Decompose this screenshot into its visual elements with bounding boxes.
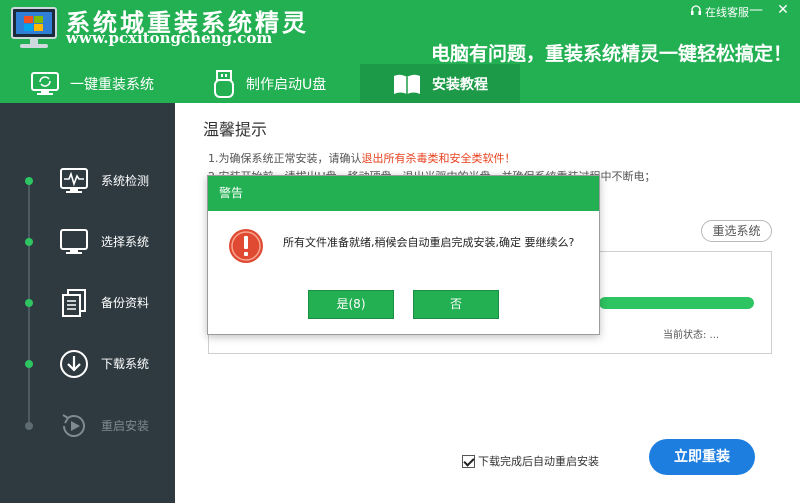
step-status-dot [25,360,33,368]
tip-text: 1.为确保系统正常安装，请确认 [208,152,362,165]
dialog-no-button[interactable]: 否 [413,290,499,319]
step-label: 系统检测 [101,174,150,188]
slogan: 电脑有问题，重装系统精灵一键轻松搞定！ [430,43,792,65]
online-support-link[interactable]: 在线客服 [690,4,749,20]
support-label: 在线客服 [705,6,749,19]
dialog-message: 所有文件准备就绪,稍候会自动重启完成安装,确定 要继续么? [283,236,575,249]
step-label: 重启安装 [101,419,150,433]
download-icon [58,348,90,380]
close-button[interactable]: ✕ [775,2,791,18]
monitor-icon [58,226,90,258]
tab-make-usb[interactable]: 制作启动U盘 [212,64,326,103]
step-label: 下载系统 [101,357,150,371]
tab-label: 制作启动U盘 [246,76,327,93]
step-status-dot [25,177,33,185]
usb-drive-icon [212,69,236,99]
dialog-yes-button[interactable]: 是(8) [308,290,394,319]
error-icon [228,228,264,264]
step-restart-install[interactable]: 重启安装 [0,406,175,446]
tab-label: 一键重装系统 [70,76,154,93]
current-status-label: 当前状态: ... [663,330,720,341]
pulse-monitor-icon [58,165,90,197]
book-icon [392,72,422,96]
progress-fill [599,297,754,309]
restart-icon [58,410,90,442]
step-select-system[interactable]: 选择系统 [0,222,175,262]
step-download-system[interactable]: 下载系统 [0,344,175,384]
minimize-button[interactable]: — [748,2,764,18]
step-status-dot [25,422,33,430]
logo-monitor-icon [10,6,58,50]
dialog-title: 警告 [208,176,599,211]
auto-restart-label: 下载完成后自动重启安装 [478,455,599,468]
download-progress-bar [599,297,754,309]
step-system-check[interactable]: 系统检测 [0,161,175,201]
auto-restart-checkbox[interactable] [462,454,475,468]
auto-restart-option[interactable]: 下载完成后自动重启安装 [462,453,599,469]
headset-icon [690,4,702,20]
step-status-dot [25,299,33,307]
monitor-refresh-icon [30,71,60,97]
tab-install-guide[interactable]: 安装教程 [360,64,520,103]
steps-sidebar: 系统检测 选择系统 备份资料 下载系统 重启安装 [0,103,175,503]
step-label: 选择系统 [101,235,150,249]
reinstall-now-button[interactable]: 立即重装 [649,439,755,475]
tip-line-1: 1.为确保系统正常安装，请确认退出所有杀毒类和安全类软件！ [208,150,516,166]
tip-warning-text: 退出所有杀毒类和安全类软件！ [361,152,516,165]
tab-one-click-reinstall[interactable]: 一键重装系统 [30,64,154,103]
warning-dialog: 警告 所有文件准备就绪,稍候会自动重启完成安装,确定 要继续么? 是(8) 否 [207,175,600,335]
tab-label: 安装教程 [432,76,488,93]
page-title: 温馨提示 [203,120,268,139]
step-status-dot [25,238,33,246]
brand-url: www.pcxitongcheng.com [66,29,273,47]
step-label: 备份资料 [101,296,150,310]
app-header: 系统城重装系统精灵 www.pcxitongcheng.com 电脑有问题，重装… [0,0,800,103]
step-backup-data[interactable]: 备份资料 [0,283,175,323]
documents-icon [58,287,90,319]
reselect-system-button[interactable]: 重选系统 [701,220,772,242]
